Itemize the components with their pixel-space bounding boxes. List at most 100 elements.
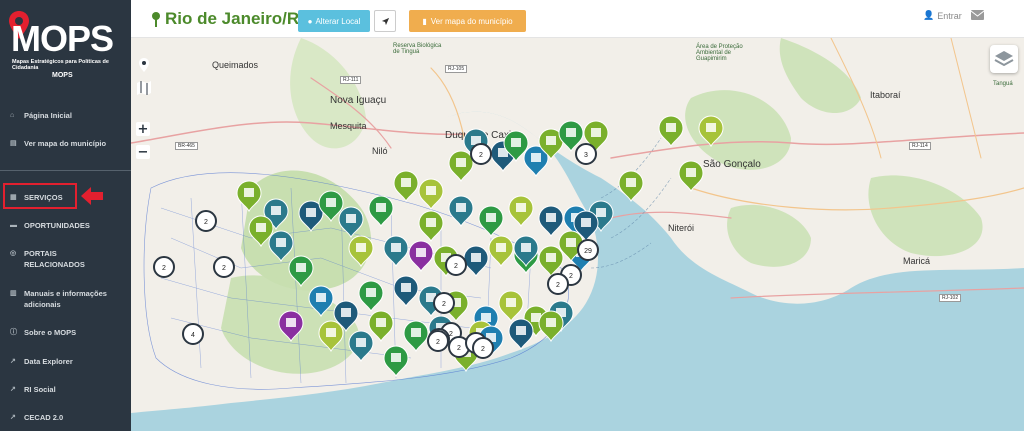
location-arrow-icon — [381, 17, 389, 25]
sidebar-item-label: Página Inicial — [24, 111, 72, 120]
mops-logo[interactable]: MOPS Mapas Estratégicos para Políticas d… — [8, 11, 126, 80]
book-icon: ▥ — [10, 290, 17, 297]
service-marker[interactable] — [678, 160, 704, 193]
service-marker[interactable] — [658, 115, 684, 148]
red-arrow-icon — [81, 187, 103, 205]
service-marker[interactable] — [508, 195, 534, 228]
service-marker[interactable] — [618, 170, 644, 203]
sidebar-item-oportunidades[interactable]: ▬ OPORTUNIDADES — [0, 220, 131, 231]
service-marker[interactable] — [403, 320, 429, 353]
briefcase-icon: ▬ — [10, 222, 17, 229]
service-marker[interactable] — [508, 318, 534, 351]
service-marker[interactable] — [268, 230, 294, 263]
service-marker[interactable] — [368, 310, 394, 343]
cluster-marker[interactable]: 2 — [153, 256, 175, 278]
cluster-marker[interactable]: 2 — [445, 254, 467, 276]
city-title: Rio de Janeiro/RJ — [151, 9, 309, 29]
service-marker[interactable] — [358, 280, 384, 313]
map-icon: ▮ — [422, 16, 427, 26]
cluster-count: 4 — [191, 332, 195, 339]
ver-mapa-button[interactable]: ▮ Ver mapa do município — [409, 10, 526, 32]
service-marker[interactable] — [288, 255, 314, 288]
service-marker[interactable] — [463, 245, 489, 278]
highlight-box — [3, 183, 77, 209]
cluster-marker[interactable]: 2 — [427, 330, 449, 352]
alterar-local-label: Alterar Local — [315, 16, 361, 26]
cluster-marker[interactable]: 2 — [213, 256, 235, 278]
markers-layer: 222422232223292222 — [153, 115, 724, 378]
service-marker[interactable] — [418, 210, 444, 243]
city-name: Rio de Janeiro/RJ — [165, 9, 309, 28]
service-marker[interactable] — [348, 330, 374, 363]
cluster-marker[interactable]: 4 — [182, 323, 204, 345]
sidebar-item-ri-social[interactable]: ↗ RI Social — [0, 384, 131, 395]
cluster-marker[interactable]: 2 — [470, 143, 492, 165]
sidebar-item-label: PORTAIS RELACIONADOS — [24, 249, 85, 269]
service-marker[interactable] — [338, 206, 364, 239]
service-marker[interactable] — [383, 235, 409, 268]
cluster-count: 2 — [481, 346, 485, 353]
envelope-icon[interactable] — [971, 10, 984, 20]
logo-subtitle: Mapas Estratégicos para Políticas de Cid… — [12, 59, 109, 71]
sidebar-item-manuais[interactable]: ▥ Manuais e informações adicionais — [0, 288, 125, 310]
sidebar-item-portais[interactable]: ◎ PORTAIS RELACIONADOS — [0, 248, 110, 270]
sidebar-item-label: RI Social — [24, 385, 56, 394]
sidebar-item-label: Sobre o MOPS — [24, 328, 77, 337]
service-marker[interactable] — [448, 195, 474, 228]
cluster-marker[interactable]: 2 — [547, 273, 569, 295]
sidebar-item-label: CECAD 2.0 — [24, 413, 64, 422]
service-marker[interactable] — [698, 115, 724, 148]
service-marker[interactable] — [308, 285, 334, 318]
cluster-count: 29 — [584, 248, 592, 255]
cluster-marker[interactable]: 2 — [195, 210, 217, 232]
entrar-link[interactable]: 👤 Entrar — [923, 10, 962, 21]
my-location-button[interactable] — [374, 10, 396, 32]
service-marker[interactable] — [418, 178, 444, 211]
service-marker[interactable] — [538, 205, 564, 238]
map-icon: ▤ — [10, 140, 17, 147]
service-marker[interactable] — [278, 310, 304, 343]
cluster-marker[interactable]: 29 — [577, 239, 599, 261]
map-marker-icon: ● — [307, 16, 313, 26]
map-canvas[interactable]: + − Queimados Nova Iguaçu Mesquita Niló … — [131, 38, 1024, 431]
sidebar-item-sobre[interactable]: ⓘ Sobre o MOPS — [0, 327, 131, 338]
service-marker[interactable] — [383, 345, 409, 378]
external-link-icon: ↗ — [10, 414, 16, 421]
layers-icon — [994, 51, 1014, 67]
service-marker[interactable] — [408, 240, 434, 273]
cluster-count: 2 — [569, 273, 573, 280]
service-marker[interactable] — [393, 170, 419, 203]
top-bar: Rio de Janeiro/RJ ● Alterar Local ▮ Ver … — [131, 0, 1024, 38]
sidebar-item-ver-mapa[interactable]: ▤ Ver mapa do município — [0, 138, 131, 149]
cluster-count: 2 — [454, 263, 458, 270]
service-marker[interactable] — [236, 180, 262, 213]
sidebar-item-cecad[interactable]: ↗ CECAD 2.0 — [0, 412, 131, 423]
service-marker[interactable] — [368, 195, 394, 228]
service-marker[interactable] — [488, 235, 514, 268]
service-marker[interactable] — [393, 275, 419, 308]
service-marker[interactable] — [448, 150, 474, 183]
alterar-local-button[interactable]: ● Alterar Local — [298, 10, 370, 32]
cluster-count: 2 — [556, 282, 560, 289]
logo-small-text: MOPS — [52, 72, 73, 79]
service-marker[interactable] — [498, 290, 524, 323]
cluster-marker[interactable]: 2 — [433, 292, 455, 314]
sidebar-item-data-explorer[interactable]: ↗ Data Explorer — [0, 356, 131, 367]
service-marker[interactable] — [538, 310, 564, 343]
cluster-count: 2 — [457, 345, 461, 352]
cluster-count: 2 — [442, 301, 446, 308]
cluster-marker[interactable]: 3 — [575, 143, 597, 165]
layers-button[interactable] — [990, 45, 1018, 73]
globe-icon: ◎ — [10, 250, 17, 257]
service-marker[interactable] — [318, 320, 344, 353]
map-marker-icon — [152, 12, 160, 27]
info-icon: ⓘ — [10, 329, 17, 336]
service-marker[interactable] — [538, 245, 564, 278]
ver-mapa-label: Ver mapa do município — [430, 16, 513, 26]
service-marker[interactable] — [348, 235, 374, 268]
cluster-count: 2 — [479, 152, 483, 159]
cluster-marker[interactable]: 2 — [472, 337, 494, 359]
sidebar-item-pagina-inicial[interactable]: ⌂ Página Inicial — [0, 110, 131, 121]
cluster-count: 2 — [162, 265, 166, 272]
service-marker[interactable] — [478, 205, 504, 238]
